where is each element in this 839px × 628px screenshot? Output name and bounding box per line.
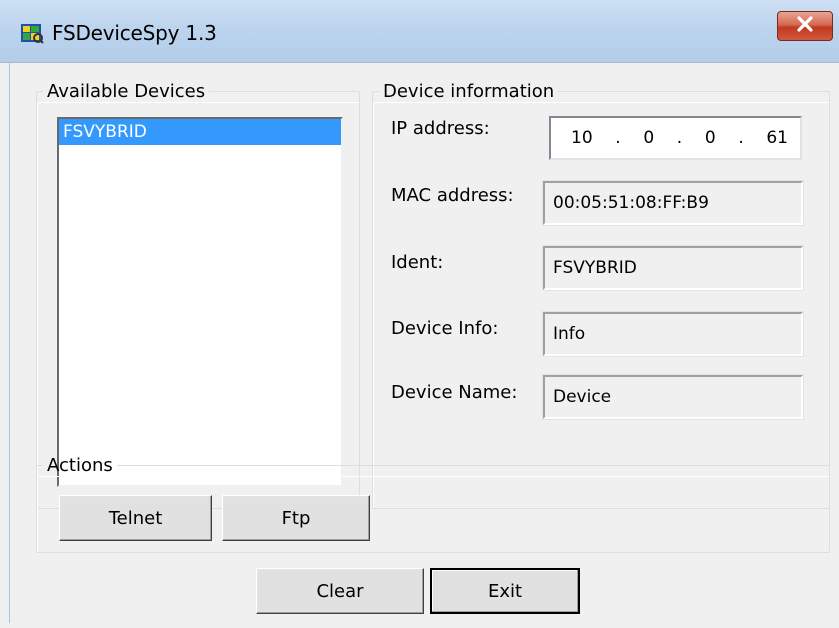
mac-address-value: 00:05:51:08:FF:B9	[553, 193, 709, 213]
close-button[interactable]	[777, 11, 833, 41]
ip-octet-3: 0	[704, 128, 716, 148]
ip-octet-1: 10	[571, 128, 593, 148]
ident-value: FSVYBRID	[553, 258, 637, 278]
clear-button-label: Clear	[316, 580, 364, 602]
ftp-button-label: Ftp	[281, 507, 311, 529]
ip-octet-2: 0	[643, 128, 655, 148]
telnet-button[interactable]: Telnet	[59, 495, 212, 541]
ip-address-field[interactable]: 10 . 0 . 0 . 61	[549, 116, 802, 160]
mac-address-field[interactable]: 00:05:51:08:FF:B9	[542, 180, 804, 226]
device-info-label: Device Info:	[391, 318, 499, 339]
exit-button-label: Exit	[487, 580, 523, 602]
device-name-value: Device	[553, 387, 612, 407]
mac-address-label: MAC address:	[391, 185, 514, 206]
available-devices-legend: Available Devices	[47, 81, 206, 102]
device-listbox[interactable]: FSVYBRID	[57, 117, 343, 487]
window-title: FSDeviceSpy 1.3	[52, 21, 217, 45]
close-icon	[796, 15, 814, 37]
clear-button[interactable]: Clear	[256, 568, 424, 614]
ident-label: Ident:	[391, 252, 444, 273]
device-list-item-label: FSVYBRID	[63, 122, 147, 142]
ip-dot: .	[676, 128, 683, 148]
ident-field[interactable]: FSVYBRID	[542, 245, 804, 291]
title-bar[interactable]: FSDeviceSpy 1.3	[0, 0, 839, 63]
device-name-field[interactable]: Device	[542, 374, 804, 420]
exit-button[interactable]: Exit	[430, 568, 580, 614]
ip-dot: .	[738, 128, 744, 148]
device-info-value: Info	[553, 324, 586, 344]
device-name-label: Device Name:	[391, 382, 518, 403]
app-window: FSDeviceSpy 1.3 Available Devices FSVYBR…	[0, 0, 839, 628]
dialog-client-area: Available Devices FSVYBRID Device inform…	[9, 63, 838, 623]
app-icon	[20, 22, 44, 44]
device-information-legend: Device information	[383, 81, 555, 102]
actions-legend: Actions	[47, 455, 113, 476]
ip-octet-4: 61	[766, 128, 788, 148]
ip-dot: .	[615, 128, 621, 148]
telnet-button-label: Telnet	[108, 507, 163, 529]
device-info-field[interactable]: Info	[542, 311, 804, 357]
ip-address-label: IP address:	[391, 118, 490, 139]
ftp-button[interactable]: Ftp	[222, 495, 370, 541]
list-item[interactable]: FSVYBRID	[59, 119, 341, 145]
